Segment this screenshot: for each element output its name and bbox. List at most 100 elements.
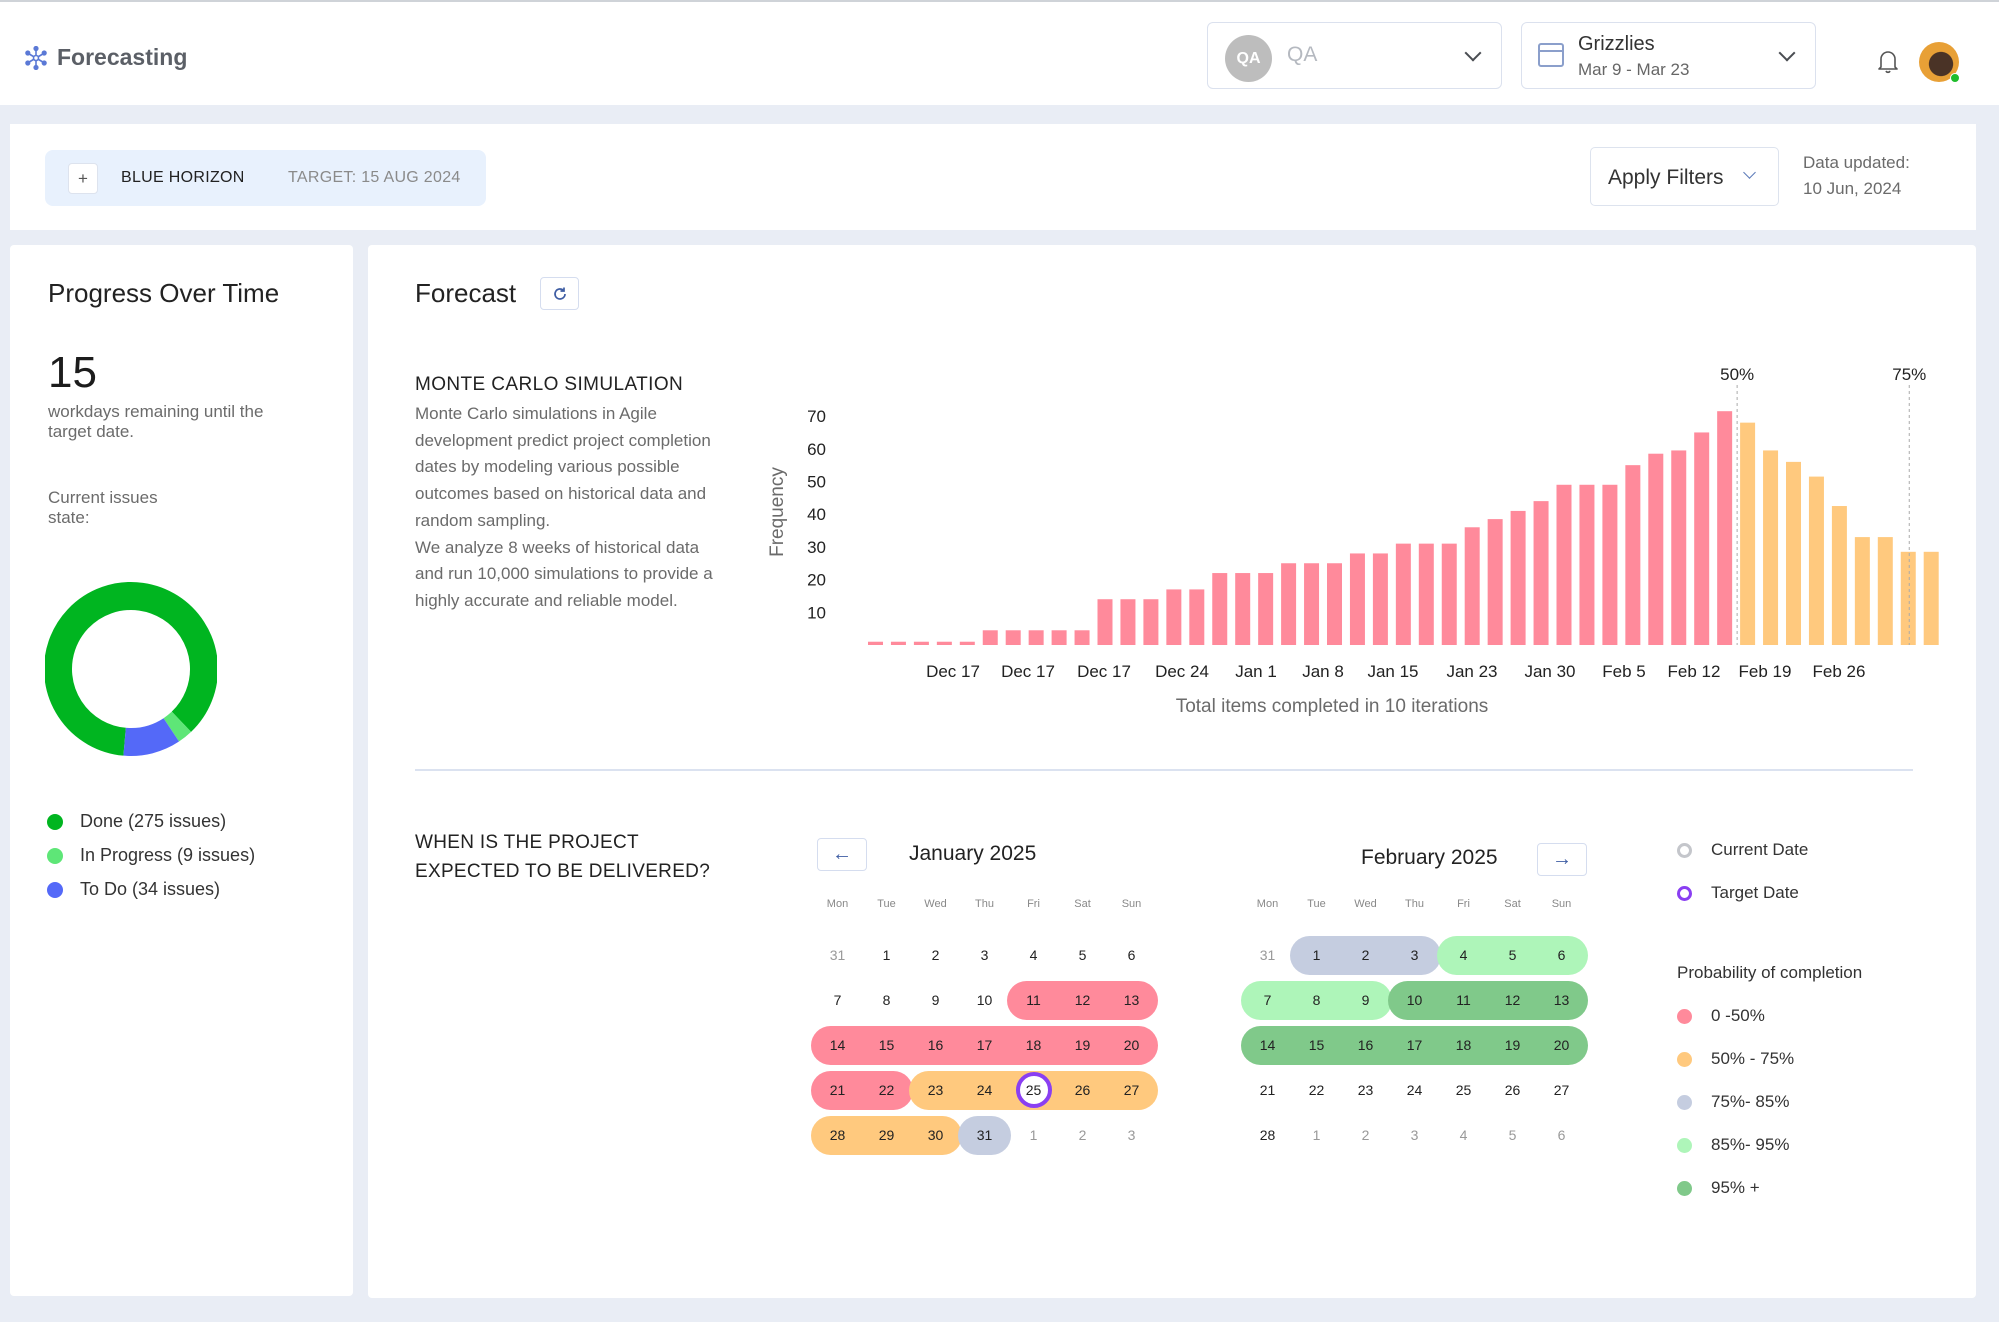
- bell-icon[interactable]: [1876, 48, 1900, 74]
- next-month-button[interactable]: →: [1537, 843, 1587, 876]
- calendar-day[interactable]: 16: [1341, 1023, 1390, 1068]
- calendar-day[interactable]: 4: [1439, 933, 1488, 978]
- refresh-button[interactable]: [540, 277, 579, 310]
- calendar-day[interactable]: 6: [1537, 1113, 1586, 1158]
- histogram-bar: [1808, 476, 1824, 645]
- calendar-day[interactable]: 1: [1009, 1113, 1058, 1158]
- weekday-label: Thu: [975, 898, 994, 910]
- calendar-day[interactable]: 2: [1058, 1113, 1107, 1158]
- calendar-day[interactable]: 24: [960, 1068, 1009, 1113]
- calendar-day[interactable]: 19: [1488, 1023, 1537, 1068]
- calendar-day[interactable]: 30: [911, 1113, 960, 1158]
- calendar-day[interactable]: 12: [1488, 978, 1537, 1023]
- prev-month-button[interactable]: ←: [817, 838, 867, 871]
- legend-label: Done (275 issues): [80, 811, 227, 831]
- calendar-day[interactable]: 3: [1107, 1113, 1156, 1158]
- calendar-day[interactable]: 22: [1292, 1068, 1341, 1113]
- calendar-day[interactable]: 16: [911, 1023, 960, 1068]
- calendar-day[interactable]: 4: [1009, 933, 1058, 978]
- calendar-day[interactable]: 25: [1009, 1068, 1058, 1113]
- percentile-label: 50%: [1720, 365, 1754, 384]
- calendar-day[interactable]: 7: [1243, 978, 1292, 1023]
- calendar-day[interactable]: 5: [1058, 933, 1107, 978]
- calendar-day[interactable]: 28: [1243, 1113, 1292, 1158]
- calendar-day[interactable]: 24: [1390, 1068, 1439, 1113]
- x-tick-label: Feb 26: [1813, 662, 1866, 681]
- issues-legend-item: To Do (34 issues): [47, 879, 220, 900]
- histogram-bar: [1120, 599, 1136, 645]
- calendar-day[interactable]: 12: [1058, 978, 1107, 1023]
- calendar-january: ← January 2025 Mon Tue Wed Thu Fri Sat Sun 31 1…: [811, 838, 1158, 1168]
- monte-carlo-histogram: Frequency1020304050607050%75%85%95%proba…: [767, 365, 1939, 717]
- calendar-day[interactable]: 31: [960, 1113, 1009, 1158]
- calendar-day[interactable]: 18: [1009, 1023, 1058, 1068]
- calendar-week: 21 22 23 24 25 26 27: [811, 1068, 1158, 1113]
- calendar-day[interactable]: 5: [1488, 1113, 1537, 1158]
- calendar-day[interactable]: 15: [862, 1023, 911, 1068]
- x-tick-label: Jan 30: [1524, 662, 1575, 681]
- calendar-day[interactable]: 14: [1243, 1023, 1292, 1068]
- calendar-day[interactable]: 2: [1341, 933, 1390, 978]
- qa-selector-dropdown[interactable]: QA QA: [1207, 22, 1502, 89]
- calendar-day[interactable]: 2: [1341, 1113, 1390, 1158]
- calendar-day[interactable]: 17: [1390, 1023, 1439, 1068]
- calendar-day[interactable]: 29: [862, 1113, 911, 1158]
- add-project-button[interactable]: +: [68, 163, 98, 194]
- calendar-day[interactable]: 17: [960, 1023, 1009, 1068]
- issues-legend-item: In Progress (9 issues): [47, 845, 255, 866]
- calendar-day[interactable]: 25: [1439, 1068, 1488, 1113]
- calendar-day[interactable]: 3: [1390, 933, 1439, 978]
- legend-label: To Do (34 issues): [80, 879, 221, 899]
- histogram-bar: [1166, 589, 1182, 645]
- calendar-day[interactable]: 21: [813, 1068, 862, 1113]
- calendar-day[interactable]: 27: [1107, 1068, 1156, 1113]
- legend-dot-icon: [1677, 1137, 1692, 1153]
- calendar-day[interactable]: 2: [911, 933, 960, 978]
- calendar-day[interactable]: 5: [1488, 933, 1537, 978]
- calendar-day[interactable]: 6: [1537, 933, 1586, 978]
- calendar-day[interactable]: 23: [1341, 1068, 1390, 1113]
- snowflake-network-icon: [25, 46, 47, 70]
- calendar-day[interactable]: 8: [862, 978, 911, 1023]
- calendar-day[interactable]: 1: [1292, 933, 1341, 978]
- calendar-day[interactable]: 23: [911, 1068, 960, 1113]
- calendar-day[interactable]: 13: [1107, 978, 1156, 1023]
- calendar-day[interactable]: 10: [960, 978, 1009, 1023]
- calendar-day[interactable]: 1: [862, 933, 911, 978]
- x-tick-label: Dec 17: [1001, 662, 1055, 681]
- calendar-day[interactable]: 11: [1009, 978, 1058, 1023]
- apply-filters-dropdown[interactable]: Apply Filters: [1590, 147, 1779, 206]
- calendar-day[interactable]: 14: [813, 1023, 862, 1068]
- calendar-day[interactable]: 31: [813, 933, 862, 978]
- calendar-day[interactable]: 26: [1058, 1068, 1107, 1113]
- calendar-day[interactable]: 1: [1292, 1113, 1341, 1158]
- calendar-day[interactable]: 9: [911, 978, 960, 1023]
- calendar-day[interactable]: 11: [1439, 978, 1488, 1023]
- calendar-day[interactable]: 10: [1390, 978, 1439, 1023]
- calendar-day[interactable]: 19: [1058, 1023, 1107, 1068]
- calendar-day[interactable]: 13: [1537, 978, 1586, 1023]
- issues-state-label: Current issues state:: [48, 488, 158, 527]
- calendar-day[interactable]: 15: [1292, 1023, 1341, 1068]
- workdays-remaining-count: 15: [48, 348, 97, 397]
- calendar-day[interactable]: 27: [1537, 1068, 1586, 1113]
- calendar-day[interactable]: 28: [813, 1113, 862, 1158]
- calendar-day[interactable]: 20: [1107, 1023, 1156, 1068]
- calendar-day[interactable]: 3: [1390, 1113, 1439, 1158]
- calendar-day[interactable]: 26: [1488, 1068, 1537, 1113]
- calendar-day[interactable]: 3: [960, 933, 1009, 978]
- calendar-day[interactable]: 31: [1243, 933, 1292, 978]
- calendar-day[interactable]: 8: [1292, 978, 1341, 1023]
- calendar-day[interactable]: 6: [1107, 933, 1156, 978]
- calendar-day[interactable]: 18: [1439, 1023, 1488, 1068]
- calendar-day[interactable]: 22: [862, 1068, 911, 1113]
- calendar-day[interactable]: 9: [1341, 978, 1390, 1023]
- weekday-label: Sun: [1121, 898, 1142, 910]
- legend-label: 50% - 75%: [1711, 1049, 1795, 1068]
- x-tick-label: Jan 1: [1235, 662, 1277, 681]
- team-sprint-dropdown[interactable]: Grizzlies Mar 9 - Mar 23: [1521, 22, 1816, 89]
- calendar-day[interactable]: 21: [1243, 1068, 1292, 1113]
- calendar-day[interactable]: 4: [1439, 1113, 1488, 1158]
- calendar-day[interactable]: 7: [813, 978, 862, 1023]
- calendar-day[interactable]: 20: [1537, 1023, 1586, 1068]
